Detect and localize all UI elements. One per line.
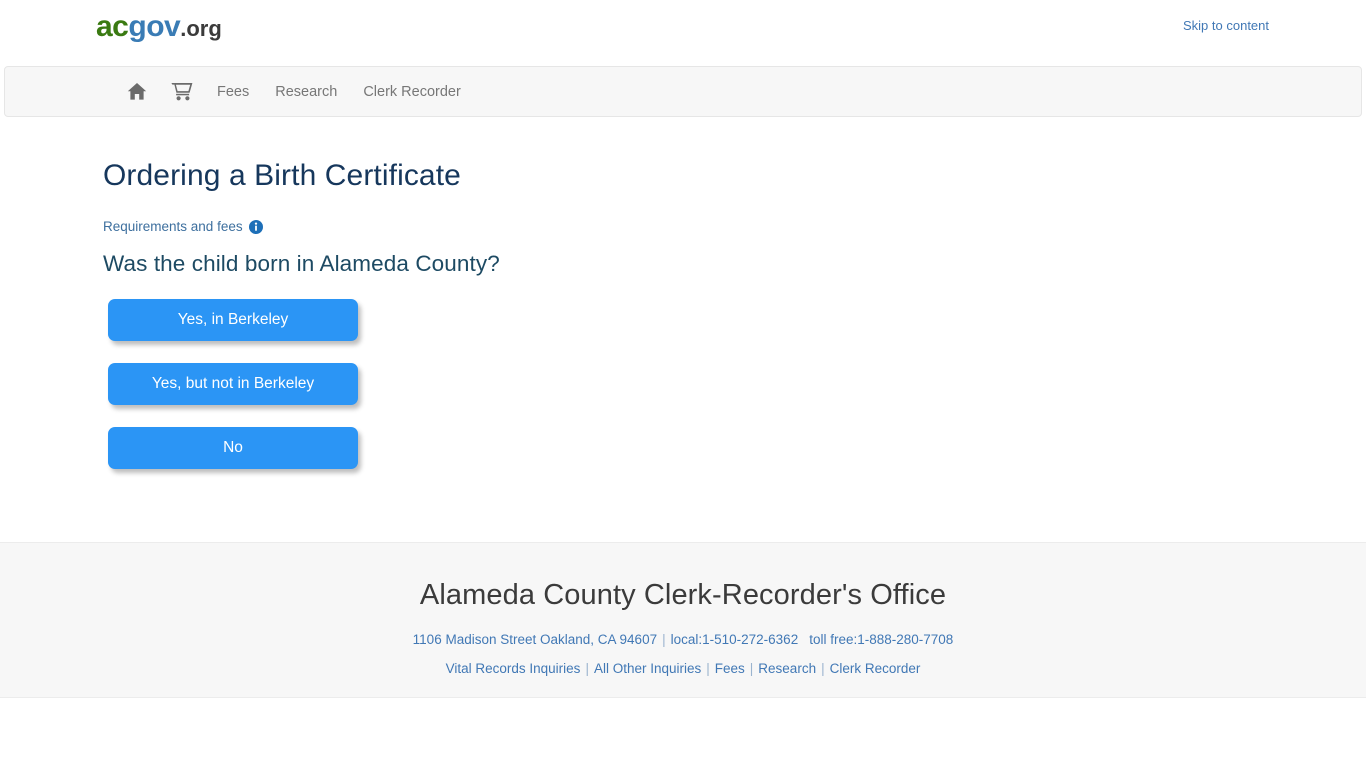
skip-to-content-link[interactable]: Skip to content: [1183, 18, 1269, 33]
choice-button-yes-not-berkeley[interactable]: Yes, but not in Berkeley: [108, 363, 358, 405]
site-header: acgov.org Skip to content: [0, 0, 1366, 66]
footer-link-clerk-recorder[interactable]: Clerk Recorder: [830, 661, 921, 676]
nav-item-clerk-recorder[interactable]: Clerk Recorder: [363, 84, 461, 100]
footer-link-separator-3: |: [749, 661, 754, 676]
primary-navigation: Fees Research Clerk Recorder: [4, 66, 1362, 117]
logo-text-gov: gov: [128, 10, 181, 43]
choice-button-group: Yes, in Berkeley Yes, but not in Berkele…: [0, 277, 1366, 469]
footer-local-phone[interactable]: local:1-510-272-6362: [671, 632, 799, 647]
footer-link-fees[interactable]: Fees: [715, 661, 745, 676]
home-icon: [127, 82, 147, 101]
nav-home-link[interactable]: [127, 82, 147, 101]
footer-link-all-other-inquiries[interactable]: All Other Inquiries: [594, 661, 701, 676]
choice-button-no[interactable]: No: [108, 427, 358, 469]
logo-text-org: .org: [180, 16, 222, 41]
question-heading: Was the child born in Alameda County?: [103, 251, 500, 276]
info-circle-icon[interactable]: [248, 219, 263, 234]
nav-cart-link[interactable]: [171, 82, 193, 101]
main-content: Ordering a Birth Certificate Requirement…: [0, 117, 1366, 491]
footer-office-title: Alameda County Clerk-Recorder's Office: [419, 579, 947, 611]
footer-link-separator-1: |: [585, 661, 589, 676]
logo-text-ac: ac: [96, 10, 129, 43]
footer-address-separator: |: [662, 632, 666, 647]
footer-toll-free-phone[interactable]: toll free:1-888-280-7708: [809, 632, 953, 647]
shopping-cart-icon: [171, 82, 193, 101]
footer-address-line: 1106 Madison Street Oakland, CA 94607 | lo…: [0, 612, 1366, 647]
site-footer: Alameda County Clerk-Recorder's Office 1…: [0, 542, 1366, 698]
footer-link-separator-4: |: [821, 661, 825, 676]
footer-link-vital-records-inquiries[interactable]: Vital Records Inquiries: [446, 661, 581, 676]
nav-item-fees[interactable]: Fees: [217, 84, 249, 100]
footer-link-research[interactable]: Research: [758, 661, 816, 676]
requirements-row: Requirements and fees: [0, 193, 1366, 234]
footer-link-separator-2: |: [706, 661, 710, 676]
site-logo[interactable]: acgov.org: [96, 12, 222, 42]
nav-item-research[interactable]: Research: [275, 84, 337, 100]
footer-link-row: Vital Records Inquiries | All Other Inquir…: [0, 647, 1366, 676]
choice-button-yes-berkeley[interactable]: Yes, in Berkeley: [108, 299, 358, 341]
requirements-and-fees-link[interactable]: Requirements and fees: [103, 219, 243, 234]
page-title: Ordering a Birth Certificate: [103, 159, 461, 192]
footer-address-text[interactable]: 1106 Madison Street Oakland, CA 94607: [413, 632, 657, 647]
